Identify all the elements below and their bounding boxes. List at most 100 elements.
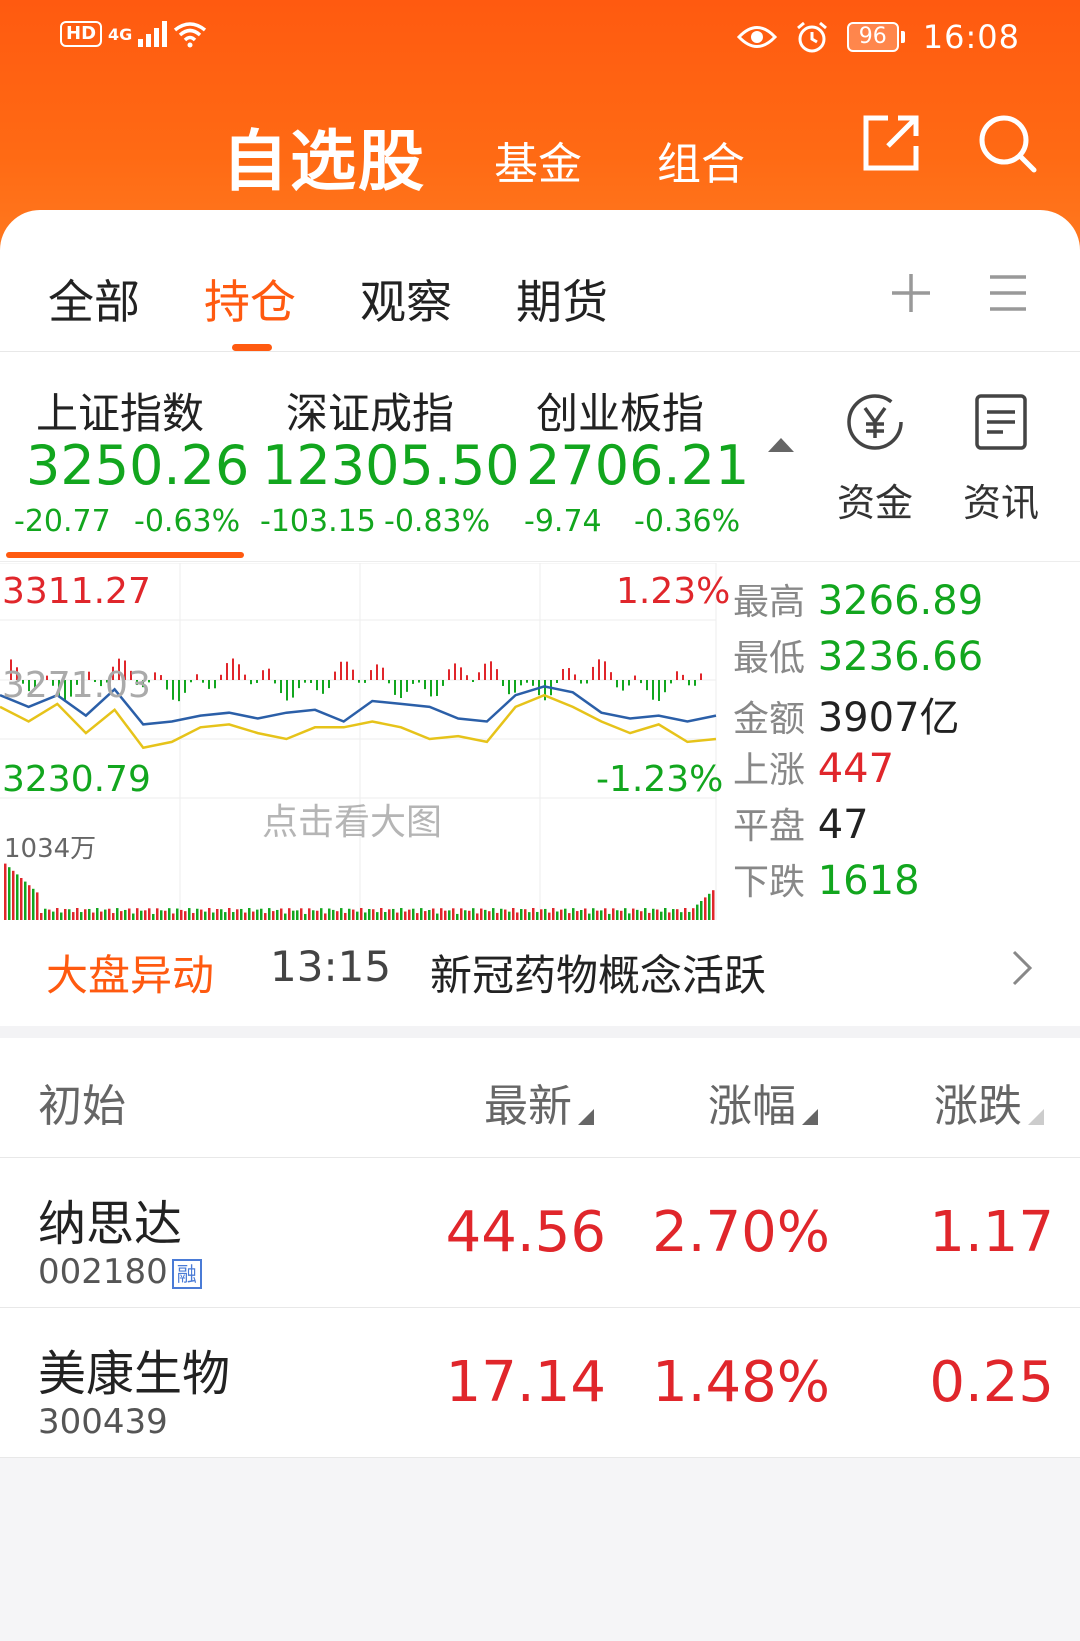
chart-ratio-bar — [280, 680, 282, 694]
chart-volume-bar — [684, 908, 687, 920]
chart-ratio-bar — [172, 680, 174, 700]
nav-title-watchlist[interactable]: 自选股 — [222, 108, 426, 204]
chart-ratio-bar — [628, 680, 630, 686]
stat-value: 3907亿 — [817, 695, 960, 741]
chart-volume-bar — [176, 908, 179, 920]
menu-icon[interactable] — [988, 272, 1028, 314]
index-mini-chart[interactable]: 3311.27 3271.03 3230.79 1.23% -1.23% 103… — [0, 563, 730, 920]
header-latest[interactable]: 最新 — [484, 1070, 594, 1134]
chart-volume-bar — [516, 912, 519, 920]
chart-volume-bar — [680, 912, 683, 920]
search-icon[interactable] — [974, 110, 1040, 176]
chart-volume-bar — [296, 910, 299, 920]
chart-ratio-bar — [208, 680, 210, 689]
chart-volume-bar — [552, 908, 555, 920]
chart-ratio-bar — [232, 658, 234, 680]
chart-ratio-bar — [694, 680, 696, 686]
chart-volume-bar — [104, 909, 107, 920]
chart-high-pct: 1.23% — [616, 571, 731, 612]
header-name[interactable]: 初始 — [38, 1070, 126, 1134]
chart-volume-bar — [632, 908, 635, 920]
chart-ratio-bar — [262, 670, 264, 680]
subtab-bar: 全部 持仓 观察 期货 — [0, 210, 1080, 352]
chart-volume-bar — [328, 908, 331, 920]
chart-volume-bar — [160, 910, 163, 920]
subtab-holdings[interactable]: 持仓 — [204, 266, 296, 332]
chart-volume-bar — [396, 912, 399, 920]
share-icon[interactable] — [858, 110, 924, 176]
collapse-arrow-icon[interactable] — [768, 438, 794, 452]
chart-volume-bar — [220, 909, 223, 920]
stat-value: 447 — [817, 746, 895, 792]
chart-volume-bar — [696, 904, 699, 920]
chart-volume-bar — [504, 909, 507, 920]
chart-ratio-bar — [268, 668, 270, 680]
market-stats: 最高 3266.89 最低 3236.66 金额 3907亿 上涨 447 平盘… — [733, 563, 1073, 920]
nav-tab-funds[interactable]: 基金 — [494, 128, 582, 192]
subtab-watch[interactable]: 观察 — [360, 266, 452, 332]
chart-volume-bar — [40, 913, 43, 920]
chart-ratio-bar — [598, 659, 600, 680]
chart-volume-bar — [540, 909, 543, 920]
chart-ratio-bar — [400, 680, 402, 699]
table-row[interactable]: 美康生物 300439 17.14 1.48% 0.25 — [0, 1308, 1080, 1458]
header-change[interactable]: 涨跌 — [934, 1070, 1044, 1134]
subtab-futures[interactable]: 期货 — [516, 266, 608, 332]
chart-volume-bar — [508, 911, 511, 920]
news-button[interactable]: 资讯 — [946, 392, 1056, 527]
chart-volume-bar — [288, 908, 291, 920]
chart-ratio-bar — [592, 666, 594, 680]
subtab-all[interactable]: 全部 — [48, 266, 140, 332]
chart-ratio-bar — [436, 680, 438, 696]
chart-volume-bar — [168, 908, 171, 920]
chart-volume-bar — [636, 909, 639, 920]
chart-ratio-bar — [196, 674, 198, 680]
chart-volume-bar — [620, 910, 623, 920]
chart-volume-bar — [44, 908, 47, 920]
funds-button[interactable]: 资金 — [820, 392, 930, 527]
stat-key: 平盘 — [733, 806, 806, 847]
chart-ratio-bar — [346, 661, 348, 680]
chart-volume-bar — [524, 909, 527, 920]
chart-volume-bar — [28, 885, 31, 920]
chart-volume-bar — [392, 908, 395, 920]
chart-volume-bar — [464, 910, 467, 920]
chart-volume-bar — [568, 913, 571, 920]
index-value: 3250.26 — [26, 434, 250, 497]
index-change: -20.77 — [14, 504, 111, 539]
chart-ratio-bar — [478, 672, 480, 680]
chart-ratio-bar — [520, 680, 522, 686]
chart-ratio-bar — [568, 668, 570, 680]
chart-ratio-bar — [370, 670, 372, 680]
chart-volume-bar — [672, 909, 675, 920]
chart-volume-bar — [544, 908, 547, 920]
table-row[interactable]: 纳思达 002180 融 44.56 2.70% 1.17 — [0, 1158, 1080, 1308]
chart-ratio-bar — [178, 680, 180, 702]
chart-volume-bar — [72, 912, 75, 920]
chart-volume-bar — [596, 910, 599, 920]
chart-volume-bar — [368, 909, 371, 920]
stock-code: 002180 — [38, 1252, 168, 1292]
nav-tab-portfolio[interactable]: 组合 — [657, 128, 745, 192]
header-change-pct[interactable]: 涨幅 — [708, 1070, 818, 1134]
market-alert-bar[interactable]: 大盘异动 13:15 新冠药物概念活跃 — [0, 920, 1080, 1038]
chart-volume-bar — [600, 910, 603, 920]
chart-volume-bar — [12, 870, 15, 920]
alert-time: 13:15 — [270, 942, 392, 991]
chart-volume-bar — [236, 909, 239, 920]
chart-ratio-bar — [412, 680, 414, 684]
chart-ratio-bar — [466, 675, 468, 680]
empty-area — [0, 1458, 1080, 1641]
add-icon[interactable] — [890, 272, 932, 314]
chart-ratio-bar — [496, 669, 498, 680]
chart-ratio-bar — [682, 674, 684, 680]
index-name: 上证指数 — [36, 389, 205, 438]
active-index-indicator — [6, 552, 244, 558]
stat-value: 47 — [817, 802, 869, 848]
chart-volume-bar — [416, 913, 419, 920]
chart-volume-bar — [712, 890, 715, 920]
chart-volume-bar — [320, 908, 323, 920]
stock-change-pct: 2.70% — [652, 1200, 830, 1265]
chart-ratio-bar — [304, 680, 306, 683]
chart-volume-bar — [664, 908, 667, 920]
